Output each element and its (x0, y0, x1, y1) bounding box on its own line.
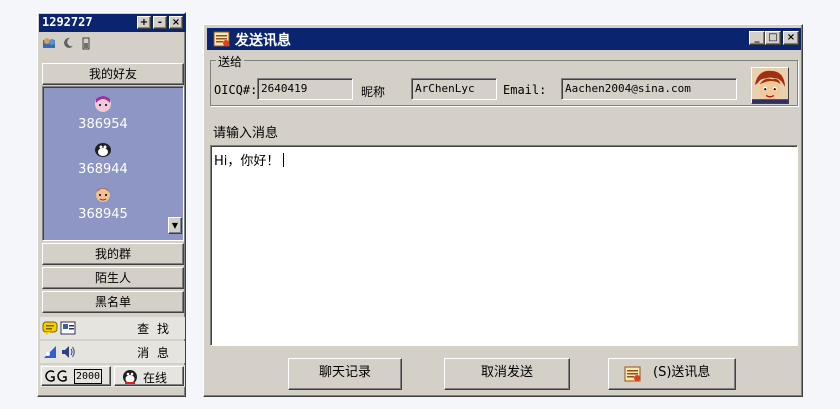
scroll-down-button[interactable]: ▼ (168, 217, 182, 234)
friend-list[interactable]: 386954 368944 368945 ▼ (42, 86, 184, 241)
nickname-field[interactable]: ArChenLyc (411, 78, 497, 100)
window-title-bar[interactable]: 发送讯息 _ □ × (207, 28, 801, 50)
search-row[interactable]: 查 找 (40, 317, 185, 339)
window-title: 发送讯息 (235, 33, 291, 49)
send-button-label: (S)送讯息 (653, 365, 711, 380)
battery-icon[interactable] (79, 36, 93, 50)
group-my-groups[interactable]: 我的群 (42, 243, 184, 265)
oicq-logo-icon (45, 370, 67, 382)
group-my-friends[interactable]: 我的好友 (42, 63, 184, 85)
send-to-group: 送给 OICQ#: 2640419 昵称 ArChenLyc Email: Aa… (210, 53, 798, 106)
close-button[interactable]: × (783, 31, 799, 45)
users-icon[interactable] (42, 36, 56, 50)
panel-menu-button[interactable]: + (137, 16, 151, 29)
boy-face-icon (96, 188, 110, 202)
maximize-button[interactable]: □ (765, 31, 781, 45)
chat-history-button[interactable]: 聊天记录 (288, 358, 402, 390)
list-item[interactable]: 368945 (43, 185, 163, 222)
panel-toolbar (39, 34, 186, 52)
chat-bubble-icon (42, 321, 58, 335)
messages-label: 消 息 (137, 346, 171, 360)
girl-face-icon (95, 96, 111, 112)
penguin-face-icon (95, 143, 111, 157)
group-blacklist[interactable]: 黑名单 (42, 291, 184, 313)
buddy-number: 368945 (78, 207, 128, 222)
send-message-button[interactable]: (S)送讯息 (608, 358, 736, 390)
group-strangers[interactable]: 陌生人 (42, 267, 184, 289)
oicq-number-field[interactable]: 2640419 (257, 78, 353, 100)
buddy-number: 386954 (78, 117, 128, 132)
panel-close-button[interactable]: × (169, 16, 183, 29)
list-item[interactable]: 386954 (43, 95, 163, 132)
contact-card-icon (60, 321, 76, 335)
brand-button[interactable]: 2000 (41, 366, 111, 386)
cancel-send-button[interactable]: 取消发送 (444, 358, 570, 390)
broadcast-icon (44, 346, 56, 358)
list-item[interactable]: 368944 (43, 140, 163, 177)
send-to-legend: 送给 (216, 53, 245, 70)
moon-icon[interactable] (61, 36, 75, 50)
message-prompt-label: 请输入消息 (213, 126, 279, 141)
panel-minimize-button[interactable]: - (153, 16, 167, 29)
message-textarea[interactable]: Hi，你好！ (210, 145, 798, 346)
send-icon (624, 366, 641, 382)
message-window-icon (213, 31, 230, 47)
brand-label: 2000 (74, 369, 103, 384)
send-message-window: 发送讯息 _ □ × 送给 OICQ#: 2640419 昵称 ArChenLy… (203, 24, 803, 397)
text-caret (283, 153, 285, 167)
messages-row[interactable]: 消 息 (40, 341, 185, 363)
panel-title-bar[interactable]: 1292727 + - × (39, 14, 186, 32)
search-label: 查 找 (137, 322, 171, 336)
oicq-number-label: OICQ#: (214, 83, 258, 97)
avatar[interactable] (751, 67, 789, 104)
status-label: 在线 (143, 371, 168, 385)
email-label: Email: (503, 83, 547, 97)
status-button[interactable]: 在线 (114, 366, 184, 386)
status-row: 2000 在线 (40, 365, 185, 387)
speaker-icon (62, 346, 75, 358)
buddy-number: 368944 (78, 162, 128, 177)
oicq-main-panel: 1292727 + - × 我的好友 386954 368944 368945 … (37, 12, 186, 397)
email-field[interactable]: Aachen2004@sina.com (561, 78, 737, 100)
penguin-status-icon (123, 370, 137, 384)
nickname-label: 昵称 (361, 85, 386, 99)
minimize-button[interactable]: _ (749, 31, 765, 45)
message-text: Hi，你好！ (214, 154, 280, 169)
panel-uin: 1292727 (42, 15, 93, 29)
